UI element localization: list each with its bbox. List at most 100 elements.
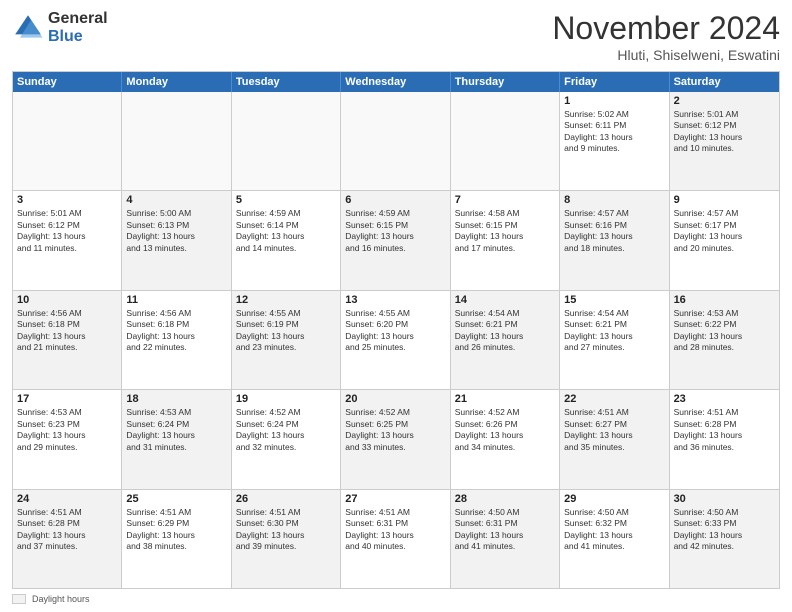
day-number: 14 [455,294,555,306]
day-number: 7 [455,194,555,206]
day-cell-7: 7Sunrise: 4:58 AM Sunset: 6:15 PM Daylig… [451,191,560,289]
day-cell-19: 19 Sunrise: 4:52 AM Sunset: 6:24 PM Dayli… [232,390,341,488]
day-cell-15: 15 Sunrise: 4:54 AM Sunset: 6:21 PM Dayli… [560,291,669,389]
day-info: Sunrise: 4:54 AM Sunset: 6:21 PM Dayligh… [564,308,664,354]
day-number: 19 [236,393,336,405]
day-info: Sunrise: 4:54 AM Sunset: 6:21 PM Dayligh… [455,308,555,354]
header: General Blue November 2024 Hluti, Shisel… [12,10,780,63]
day-info: Sunrise: 4:51 AM Sunset: 6:30 PM Dayligh… [236,507,336,553]
day-info: Sunrise: 4:51 AM Sunset: 6:27 PM Dayligh… [564,407,664,453]
day-info: Sunrise: 4:57 AM Sunset: 6:16 PM Dayligh… [564,208,664,254]
day-cell-3: 3 Sunrise: 5:01 AM Sunset: 6:12 PM Daylig… [13,191,122,289]
day-info: Sunrise: 4:52 AM Sunset: 6:26 PM Dayligh… [455,407,555,453]
weekday-header-friday: Friday [560,72,669,92]
day-cell-10: 10 Sunrise: 4:56 AM Sunset: 6:18 PM Dayli… [13,291,122,389]
legend: Daylight hours [12,594,780,604]
empty-cell-0-2 [232,92,341,190]
day-number: 3 [17,194,117,206]
title-block: November 2024 Hluti, Shiselweni, Eswatin… [552,10,780,63]
day-number: 15 [564,294,664,306]
legend-box [12,594,26,604]
day-cell-26: 26Sunrise: 4:51 AM Sunset: 6:30 PM Dayli… [232,490,341,588]
day-info: Sunrise: 5:01 AM Sunset: 6:12 PM Dayligh… [17,208,117,254]
weekday-header-sunday: Sunday [13,72,122,92]
day-info: Sunrise: 4:51 AM Sunset: 6:28 PM Dayligh… [674,407,775,453]
weekday-header-tuesday: Tuesday [232,72,341,92]
day-info: Sunrise: 4:59 AM Sunset: 6:15 PM Dayligh… [345,208,445,254]
day-number: 23 [674,393,775,405]
weekday-header-wednesday: Wednesday [341,72,450,92]
logo-text: General Blue [48,10,108,45]
day-number: 5 [236,194,336,206]
day-cell-4: 4Sunrise: 5:00 AM Sunset: 6:13 PM Daylig… [122,191,231,289]
calendar-row-4: 24 Sunrise: 4:51 AM Sunset: 6:28 PM Dayli… [13,489,779,588]
day-info: Sunrise: 4:50 AM Sunset: 6:33 PM Dayligh… [674,507,775,553]
day-info: Sunrise: 4:52 AM Sunset: 6:25 PM Dayligh… [345,407,445,453]
day-cell-23: 23 Sunrise: 4:51 AM Sunset: 6:28 PM Dayli… [670,390,779,488]
day-cell-16: 16Sunrise: 4:53 AM Sunset: 6:22 PM Dayli… [670,291,779,389]
day-cell-24: 24 Sunrise: 4:51 AM Sunset: 6:28 PM Dayli… [13,490,122,588]
day-cell-18: 18Sunrise: 4:53 AM Sunset: 6:24 PM Dayli… [122,390,231,488]
day-cell-21: 21 Sunrise: 4:52 AM Sunset: 6:26 PM Dayli… [451,390,560,488]
calendar: SundayMondayTuesdayWednesdayThursdayFrid… [12,71,780,589]
logo-blue-text: Blue [48,28,108,46]
day-info: Sunrise: 4:50 AM Sunset: 6:32 PM Dayligh… [564,507,664,553]
day-info: Sunrise: 4:57 AM Sunset: 6:17 PM Dayligh… [674,208,775,254]
logo-icon [12,12,44,44]
logo-general-text: General [48,10,108,28]
day-number: 13 [345,294,445,306]
empty-cell-0-0 [13,92,122,190]
day-number: 21 [455,393,555,405]
day-info: Sunrise: 4:51 AM Sunset: 6:28 PM Dayligh… [17,507,117,553]
weekday-header-saturday: Saturday [670,72,779,92]
day-info: Sunrise: 4:50 AM Sunset: 6:31 PM Dayligh… [455,507,555,553]
weekday-header-monday: Monday [122,72,231,92]
day-number: 22 [564,393,664,405]
day-number: 25 [126,493,226,505]
day-info: Sunrise: 4:55 AM Sunset: 6:20 PM Dayligh… [345,308,445,354]
day-number: 8 [564,194,664,206]
day-number: 24 [17,493,117,505]
day-info: Sunrise: 4:55 AM Sunset: 6:19 PM Dayligh… [236,308,336,354]
day-info: Sunrise: 4:56 AM Sunset: 6:18 PM Dayligh… [17,308,117,354]
day-cell-14: 14 Sunrise: 4:54 AM Sunset: 6:21 PM Dayli… [451,291,560,389]
legend-label: Daylight hours [32,594,90,604]
day-number: 27 [345,493,445,505]
day-info: Sunrise: 5:00 AM Sunset: 6:13 PM Dayligh… [126,208,226,254]
day-number: 16 [674,294,775,306]
location: Hluti, Shiselweni, Eswatini [552,47,780,63]
empty-cell-0-3 [341,92,450,190]
day-cell-30: 30 Sunrise: 4:50 AM Sunset: 6:33 PM Dayli… [670,490,779,588]
calendar-row-1: 3 Sunrise: 5:01 AM Sunset: 6:12 PM Daylig… [13,190,779,289]
day-number: 29 [564,493,664,505]
day-cell-2: 2Sunrise: 5:01 AM Sunset: 6:12 PM Daylig… [670,92,779,190]
day-cell-12: 12 Sunrise: 4:55 AM Sunset: 6:19 PM Dayli… [232,291,341,389]
day-number: 6 [345,194,445,206]
day-cell-25: 25Sunrise: 4:51 AM Sunset: 6:29 PM Dayli… [122,490,231,588]
day-cell-8: 8 Sunrise: 4:57 AM Sunset: 6:16 PM Daylig… [560,191,669,289]
day-info: Sunrise: 4:52 AM Sunset: 6:24 PM Dayligh… [236,407,336,453]
day-cell-28: 28 Sunrise: 4:50 AM Sunset: 6:31 PM Dayli… [451,490,560,588]
day-cell-1: 1 Sunrise: 5:02 AM Sunset: 6:11 PM Daylig… [560,92,669,190]
day-number: 10 [17,294,117,306]
month-title: November 2024 [552,10,780,47]
day-cell-13: 13 Sunrise: 4:55 AM Sunset: 6:20 PM Dayli… [341,291,450,389]
day-cell-6: 6 Sunrise: 4:59 AM Sunset: 6:15 PM Daylig… [341,191,450,289]
calendar-row-2: 10 Sunrise: 4:56 AM Sunset: 6:18 PM Dayli… [13,290,779,389]
empty-cell-0-1 [122,92,231,190]
day-number: 18 [126,393,226,405]
day-cell-9: 9Sunrise: 4:57 AM Sunset: 6:17 PM Daylig… [670,191,779,289]
day-info: Sunrise: 5:02 AM Sunset: 6:11 PM Dayligh… [564,109,664,155]
day-cell-17: 17Sunrise: 4:53 AM Sunset: 6:23 PM Dayli… [13,390,122,488]
day-cell-11: 11Sunrise: 4:56 AM Sunset: 6:18 PM Dayli… [122,291,231,389]
day-cell-27: 27Sunrise: 4:51 AM Sunset: 6:31 PM Dayli… [341,490,450,588]
weekday-header-thursday: Thursday [451,72,560,92]
day-cell-29: 29 Sunrise: 4:50 AM Sunset: 6:32 PM Dayli… [560,490,669,588]
day-number: 17 [17,393,117,405]
day-number: 30 [674,493,775,505]
day-number: 12 [236,294,336,306]
day-number: 1 [564,95,664,107]
day-number: 28 [455,493,555,505]
day-info: Sunrise: 4:56 AM Sunset: 6:18 PM Dayligh… [126,308,226,354]
calendar-row-3: 17Sunrise: 4:53 AM Sunset: 6:23 PM Dayli… [13,389,779,488]
